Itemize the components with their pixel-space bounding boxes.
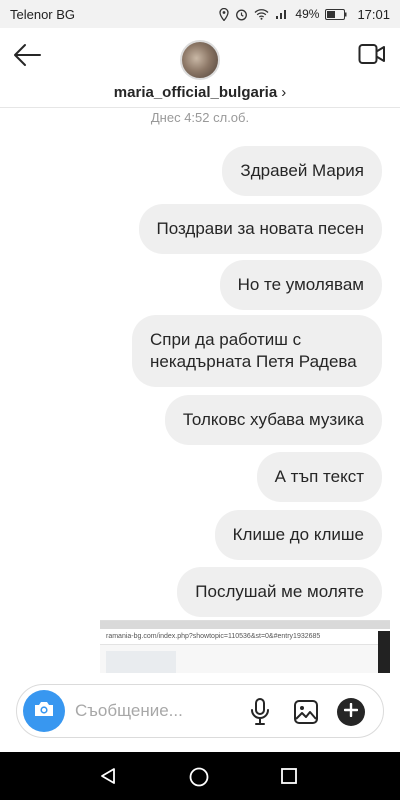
username-link[interactable]: maria_official_bulgaria › xyxy=(0,84,400,101)
screenshot-content-block xyxy=(106,651,176,673)
message-bubble[interactable]: Клише до клише xyxy=(214,510,382,560)
message-bubble[interactable]: Здравей Мария xyxy=(222,146,382,196)
screenshot-url: ramania-bg.com/index.php?showtopic=11053… xyxy=(100,629,390,645)
back-button[interactable] xyxy=(12,42,42,68)
wifi-icon xyxy=(254,8,269,20)
message-bubble[interactable]: Послушай ме моляте xyxy=(177,567,382,617)
voice-message-button[interactable] xyxy=(249,697,271,727)
chevron-right-icon: › xyxy=(281,84,287,101)
message-bubble[interactable]: Толковс хубава музика xyxy=(164,395,382,445)
status-bar: Telenor BG 49% 17:01 xyxy=(0,0,400,28)
more-options-button[interactable] xyxy=(337,698,365,726)
battery-percent: 49% xyxy=(295,7,320,21)
message-bubble[interactable]: А тъп текст xyxy=(256,452,382,502)
gallery-button[interactable] xyxy=(293,699,319,725)
triangle-back-icon xyxy=(98,768,118,790)
square-recents-icon xyxy=(280,768,298,789)
image-icon xyxy=(293,700,319,729)
message-list[interactable]: Днес 4:52 сл.об. Здравей Мария Поздрави … xyxy=(0,108,400,673)
shared-screenshot-image[interactable]: ramania-bg.com/index.php?showtopic=11053… xyxy=(100,620,390,673)
microphone-icon xyxy=(249,698,271,731)
camera-icon xyxy=(33,700,55,723)
battery-icon xyxy=(325,8,347,20)
signal-icon xyxy=(275,8,289,20)
nav-recents-button[interactable] xyxy=(280,767,298,790)
message-bubble[interactable]: Поздрави за новата песен xyxy=(138,204,382,254)
arrow-left-icon xyxy=(12,44,42,72)
alarm-icon xyxy=(235,8,248,21)
nav-home-button[interactable] xyxy=(188,766,210,793)
message-bubble[interactable]: Спри да работиш с некадърната Петя Радев… xyxy=(132,315,382,387)
plus-icon xyxy=(343,702,359,722)
location-icon xyxy=(219,7,230,21)
avatar[interactable] xyxy=(180,40,220,80)
system-navigation-bar xyxy=(0,752,400,800)
username: maria_official_bulgaria xyxy=(113,84,278,101)
nav-back-button[interactable] xyxy=(98,766,118,791)
clock: 17:01 xyxy=(357,6,390,22)
status-icons: 49% 17:01 xyxy=(219,7,390,22)
circle-home-icon xyxy=(188,767,210,792)
message-composer xyxy=(16,684,384,738)
video-call-button[interactable] xyxy=(358,43,386,65)
message-timestamp: Днес 4:52 сл.об. xyxy=(150,110,250,125)
message-bubble[interactable]: Но те умолявам xyxy=(219,260,382,310)
camera-button[interactable] xyxy=(23,690,65,732)
chat-header: maria_official_bulgaria › xyxy=(0,28,400,108)
screenshot-status-strip xyxy=(100,621,390,629)
message-input[interactable] xyxy=(75,699,245,723)
carrier-name: Telenor BG xyxy=(10,6,76,22)
video-camera-icon xyxy=(358,44,386,69)
screenshot-dark-edge xyxy=(378,631,390,673)
